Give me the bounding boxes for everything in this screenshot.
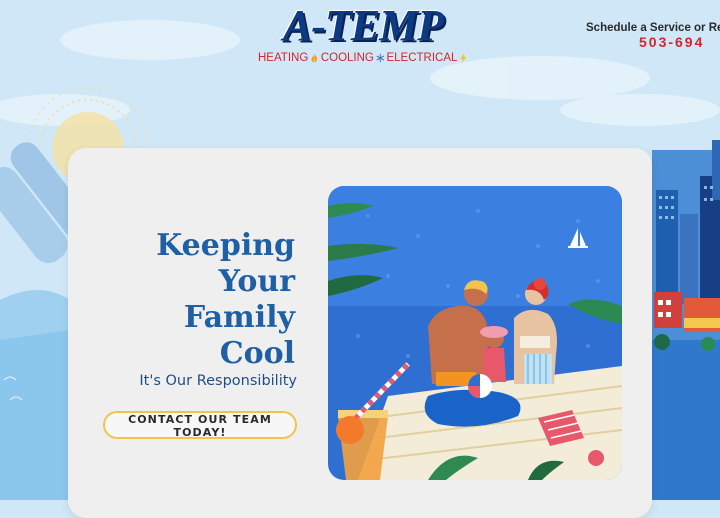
tagline-cooling: COOLING: [320, 52, 374, 64]
headline-line-2: Your: [218, 264, 295, 299]
headline-line-3: Family: [183, 300, 295, 335]
phone-number-link[interactable]: 503-694: [639, 34, 720, 50]
tagline-electrical: ELECTRICAL: [386, 52, 458, 64]
headline-line-1: Keeping: [156, 228, 295, 263]
header-contact: Schedule a Service or Rep 503-694: [586, 22, 720, 50]
headline-line-4: Cool: [219, 336, 295, 371]
company-logo[interactable]: A-TEMP HEATING COOLING ELECTRICAL: [258, 4, 468, 64]
snowflake-icon: [376, 53, 384, 63]
hero-headline: Keeping Your Family Cool: [0, 228, 295, 372]
lightning-bolt-icon: [460, 52, 467, 64]
flame-icon: [311, 53, 318, 63]
tagline-heating: HEATING: [258, 52, 309, 64]
hero-subheadline: It's Our Responsibility: [139, 373, 297, 389]
logo-tagline: HEATING COOLING ELECTRICAL: [258, 51, 468, 65]
contact-team-button[interactable]: CONTACT OUR TEAM TODAY!: [103, 411, 297, 439]
schedule-service-text: Schedule a Service or Rep: [586, 22, 720, 34]
logo-wordmark: A-TEMP: [282, 1, 444, 50]
family-pool-illustration: [328, 186, 622, 480]
